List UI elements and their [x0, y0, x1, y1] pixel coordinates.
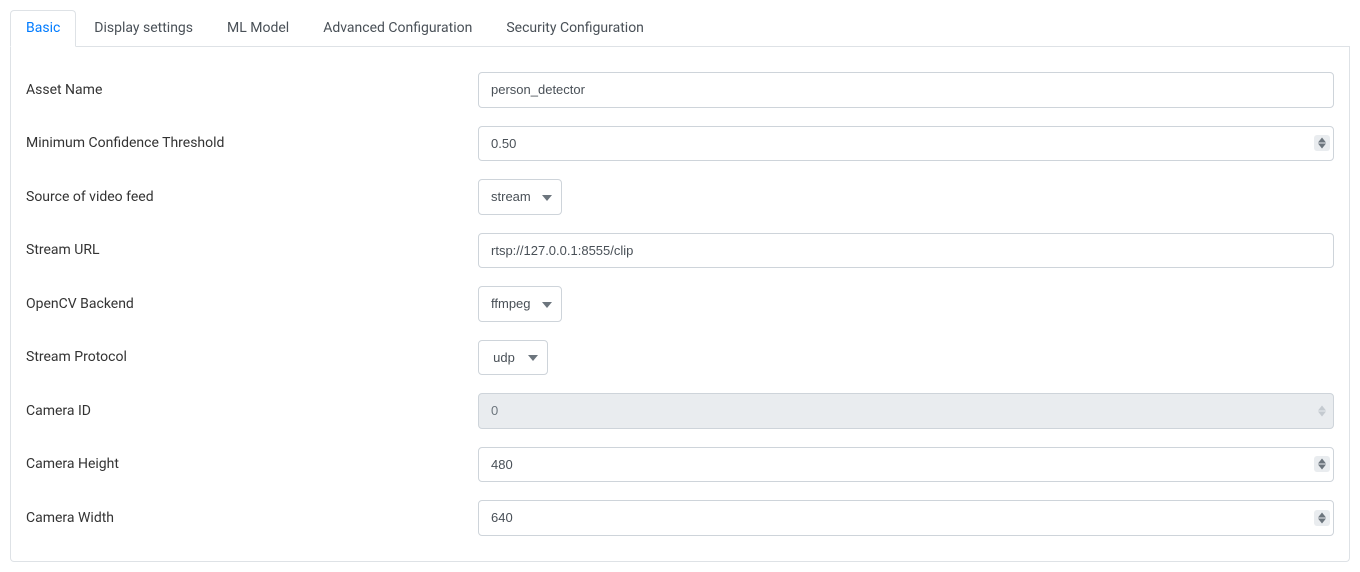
min-confidence-input[interactable] [478, 126, 1334, 162]
label-video-source: Source of video feed [26, 189, 478, 205]
chevron-down-icon [1318, 411, 1326, 417]
camera-id-input [478, 393, 1334, 429]
camera-height-stepper[interactable] [1314, 456, 1330, 472]
form-row-opencv-backend: OpenCV Backend ffmpeg [26, 286, 1334, 322]
tab-bar: Basic Display settings ML Model Advanced… [10, 10, 1350, 47]
min-confidence-stepper[interactable] [1314, 135, 1330, 151]
label-camera-width: Camera Width [26, 510, 478, 526]
label-camera-height: Camera Height [26, 456, 478, 472]
chevron-down-icon [1318, 518, 1326, 524]
opencv-backend-select[interactable]: ffmpeg [478, 286, 562, 322]
chevron-down-icon [1318, 143, 1326, 149]
form-row-stream-protocol: Stream Protocol udp [26, 340, 1334, 376]
tab-security-configuration[interactable]: Security Configuration [490, 10, 660, 46]
label-stream-url: Stream URL [26, 242, 478, 258]
label-asset-name: Asset Name [26, 82, 478, 98]
form-row-min-confidence: Minimum Confidence Threshold [26, 126, 1334, 162]
tab-advanced-configuration[interactable]: Advanced Configuration [307, 10, 488, 46]
tab-display-settings[interactable]: Display settings [78, 10, 209, 46]
tab-content-basic: Asset Name Minimum Confidence Threshold … [10, 47, 1350, 562]
camera-width-input[interactable] [478, 500, 1334, 536]
label-camera-id: Camera ID [26, 403, 478, 419]
chevron-down-icon [1318, 464, 1326, 470]
form-row-camera-width: Camera Width [26, 500, 1334, 536]
stream-url-input[interactable] [478, 233, 1334, 269]
form-row-stream-url: Stream URL [26, 233, 1334, 269]
camera-width-stepper[interactable] [1314, 510, 1330, 526]
label-min-confidence: Minimum Confidence Threshold [26, 135, 478, 151]
camera-id-stepper [1314, 403, 1330, 419]
label-opencv-backend: OpenCV Backend [26, 296, 478, 312]
label-stream-protocol: Stream Protocol [26, 349, 478, 365]
form-row-asset-name: Asset Name [26, 72, 1334, 108]
form-row-camera-id: Camera ID [26, 393, 1334, 429]
camera-height-input[interactable] [478, 447, 1334, 483]
tab-basic[interactable]: Basic [10, 10, 76, 47]
asset-name-input[interactable] [478, 72, 1334, 108]
form-row-camera-height: Camera Height [26, 447, 1334, 483]
form-row-video-source: Source of video feed stream [26, 179, 1334, 215]
video-source-select[interactable]: stream [478, 179, 562, 215]
tab-ml-model[interactable]: ML Model [211, 10, 305, 46]
stream-protocol-select[interactable]: udp [478, 340, 548, 376]
